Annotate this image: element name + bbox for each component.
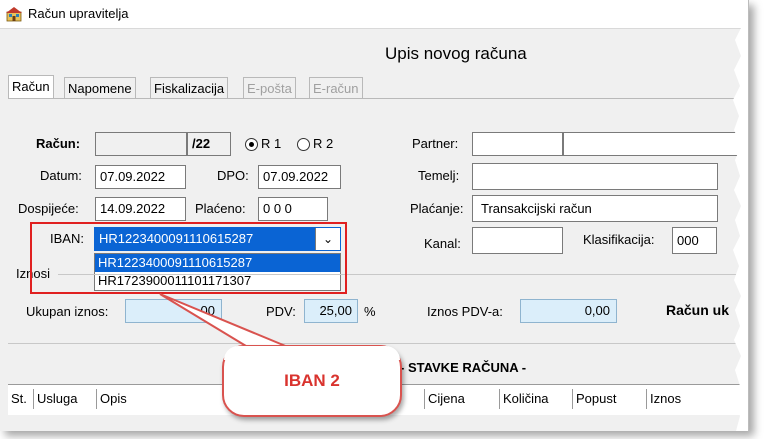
app-window: Račun upravitelja Upis novog računa Raču… (0, 0, 749, 431)
callout-cap (224, 346, 400, 360)
torn-edge (733, 0, 748, 431)
